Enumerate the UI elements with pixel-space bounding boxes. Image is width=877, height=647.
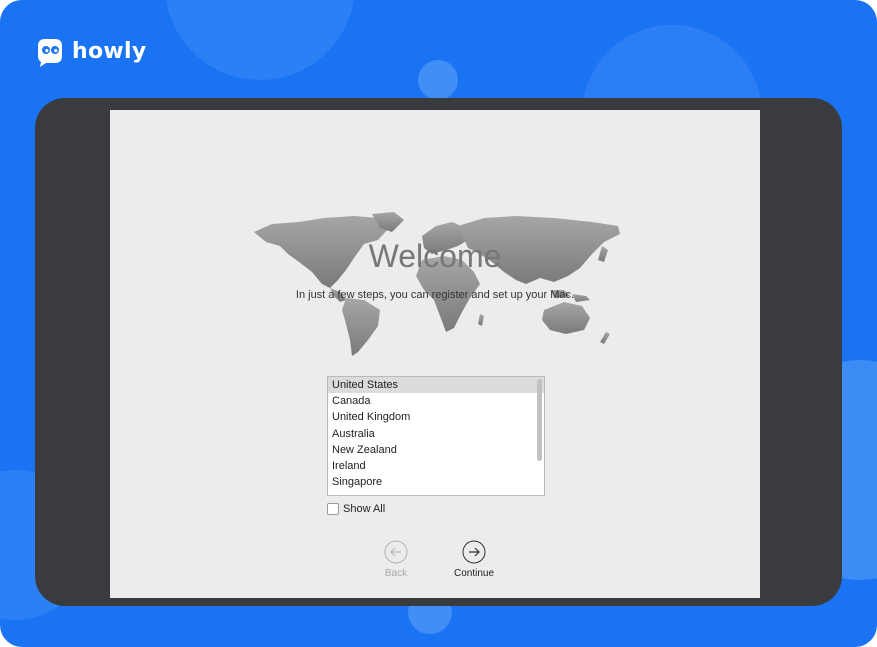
brand-name: howly (72, 39, 147, 64)
brand-logo: howly (34, 36, 146, 68)
country-option-united-kingdom[interactable]: United Kingdom (328, 409, 544, 425)
page-title: Welcome (368, 238, 502, 274)
country-option-ireland[interactable]: Ireland (328, 458, 544, 474)
decorative-bubble (165, 0, 355, 80)
back-label: Back (384, 568, 408, 579)
country-option-canada[interactable]: Canada (328, 393, 544, 409)
owl-logo-icon (38, 39, 62, 67)
show-all-option[interactable]: Show All (327, 503, 385, 515)
show-all-label: Show All (343, 503, 386, 515)
country-option-united-states[interactable]: United States (328, 377, 544, 394)
country-option-australia[interactable]: Australia (328, 426, 544, 442)
promo-background: howly Welcome In just a few steps, you c… (0, 0, 877, 647)
country-listbox[interactable]: United States Canada United Kingdom Aust… (327, 376, 545, 496)
back-arrow-icon (384, 540, 408, 564)
continue-button[interactable]: Continue (439, 540, 509, 579)
country-option-new-zealand[interactable]: New Zealand (328, 442, 544, 458)
decorative-bubble (418, 60, 458, 100)
country-option-singapore[interactable]: Singapore (328, 474, 544, 490)
forward-arrow-icon (462, 540, 486, 564)
back-button[interactable]: Back (361, 540, 431, 579)
world-map (254, 212, 620, 356)
page-subtitle: In just a few steps, you can register an… (295, 289, 575, 301)
continue-label: Continue (453, 568, 495, 579)
setup-screen: Welcome In just a few steps, you can reg… (110, 110, 760, 598)
listbox-scrollbar[interactable] (537, 379, 542, 461)
show-all-checkbox[interactable] (327, 503, 339, 515)
